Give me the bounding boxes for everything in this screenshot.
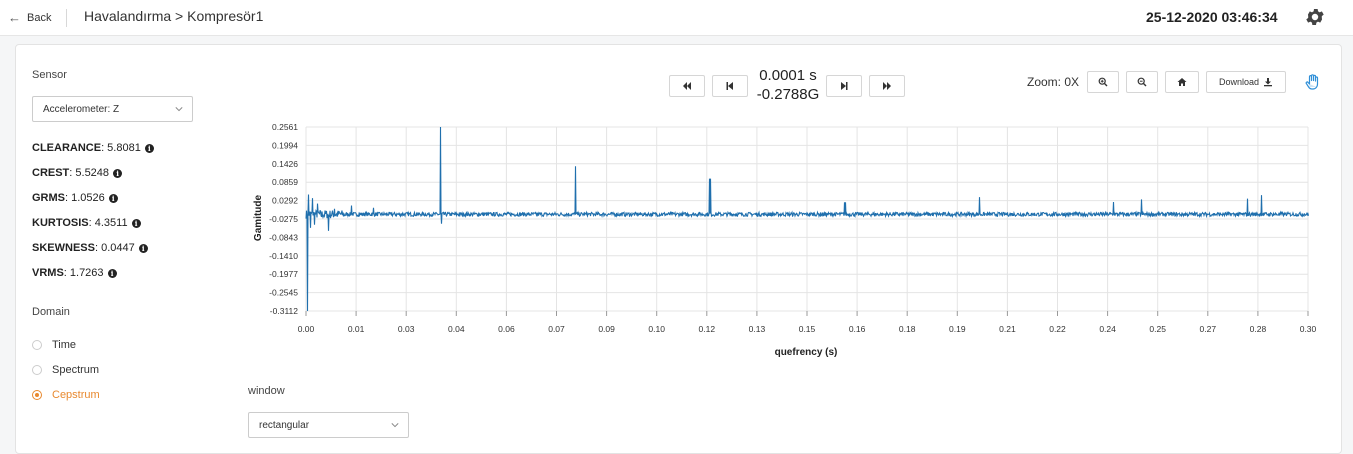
breadcrumb: Havalandırma > Kompresör1 (84, 8, 264, 24)
radio-circle[interactable] (32, 340, 42, 350)
radio-label: Cepstrum (52, 389, 100, 401)
domain-radio-spectrum[interactable]: Spectrum (32, 364, 99, 376)
window-select-value: rectangular (259, 420, 310, 431)
metric-name: VRMS (32, 267, 64, 279)
back-button[interactable]: ← Back (8, 10, 51, 25)
home-icon (1177, 78, 1187, 86)
radio-label: Time (52, 339, 77, 351)
readout-value: -0.2788G (756, 86, 820, 103)
radio-label: Spectrum (52, 364, 100, 376)
metric-value: : 4.3511 (88, 217, 128, 229)
zoom-in-icon (1098, 77, 1108, 87)
back-label: Back (27, 11, 52, 24)
zoom-out-button[interactable] (1126, 71, 1158, 93)
metric-value: : 5.8081 (101, 142, 141, 154)
metric-name: CLEARANCE (32, 142, 102, 154)
step-forward-icon (841, 82, 848, 90)
chevron-down-icon (175, 107, 183, 112)
metric-name: CREST (32, 167, 70, 179)
window-select[interactable]: rectangular (248, 412, 409, 438)
chevron-down-icon (391, 423, 399, 428)
zoom-in-button[interactable] (1087, 71, 1119, 93)
metric-value: : 1.0526 (65, 192, 105, 204)
current-datetime: 25-12-2020 03:46:34 (1146, 9, 1278, 25)
domain-radio-time[interactable]: Time (32, 339, 76, 351)
download-icon (1264, 78, 1273, 87)
main-card (15, 44, 1342, 454)
metric-value: : 1.7263 (63, 267, 104, 279)
download-button[interactable]: Download (1206, 71, 1286, 93)
gear-icon[interactable] (1304, 6, 1326, 28)
fast-forward-icon (883, 82, 891, 90)
metric-vrms: VRMS: 1.7263 i (32, 267, 117, 279)
metric-name: SKEWNESS (32, 242, 95, 254)
info-icon[interactable]: i (144, 143, 154, 153)
metric-kurtosis: KURTOSIS: 4.3511 i (32, 217, 141, 229)
metric-clearance: CLEARANCE: 5.8081 i (32, 142, 154, 154)
metric-skewness: SKEWNESS: 0.0447 i (32, 242, 148, 254)
metric-grms: GRMS: 1.0526 i (32, 192, 118, 204)
metric-name: KURTOSIS (32, 217, 89, 229)
radio-circle[interactable] (32, 365, 42, 375)
metric-value: : 0.0447 (94, 242, 135, 254)
radio-circle[interactable] (32, 390, 42, 400)
step-forward-button[interactable] (826, 75, 862, 97)
sensor-select-value: Accelerometer: Z (43, 104, 120, 115)
readout-time: 0.0001 s (759, 67, 817, 84)
info-icon[interactable]: i (113, 168, 123, 178)
arrow-left-icon: ← (8, 10, 21, 25)
info-icon[interactable]: i (138, 243, 148, 253)
zoom-level: Zoom: 0X (1027, 75, 1080, 89)
top-bar: ← Back Havalandırma > Kompresör1 25-12-2… (0, 0, 1353, 36)
fast-backward-button[interactable] (669, 75, 705, 97)
sensor-label: Sensor (32, 69, 67, 81)
cursor-readout: 0.0001 s -0.2788G (740, 66, 836, 104)
fast-forward-button[interactable] (869, 75, 905, 97)
step-backward-icon (726, 82, 733, 90)
hand-pointer-icon[interactable] (1304, 74, 1320, 90)
metric-crest: CREST: 5.5248 i (32, 167, 123, 179)
info-icon[interactable]: i (107, 268, 117, 278)
info-icon[interactable]: i (131, 218, 141, 228)
sensor-select[interactable]: Accelerometer: Z (32, 96, 193, 122)
reset-zoom-button[interactable] (1165, 71, 1199, 93)
header-divider (66, 9, 67, 27)
domain-radio-cepstrum[interactable]: Cepstrum (32, 389, 100, 401)
zoom-out-icon (1137, 77, 1147, 87)
fast-backward-icon (683, 82, 691, 90)
window-label: window (248, 385, 285, 397)
download-label: Download (1218, 77, 1260, 87)
metric-value: : 5.5248 (69, 167, 110, 179)
info-icon[interactable]: i (108, 193, 118, 203)
metric-name: GRMS (32, 192, 65, 204)
domain-label: Domain (32, 306, 70, 318)
